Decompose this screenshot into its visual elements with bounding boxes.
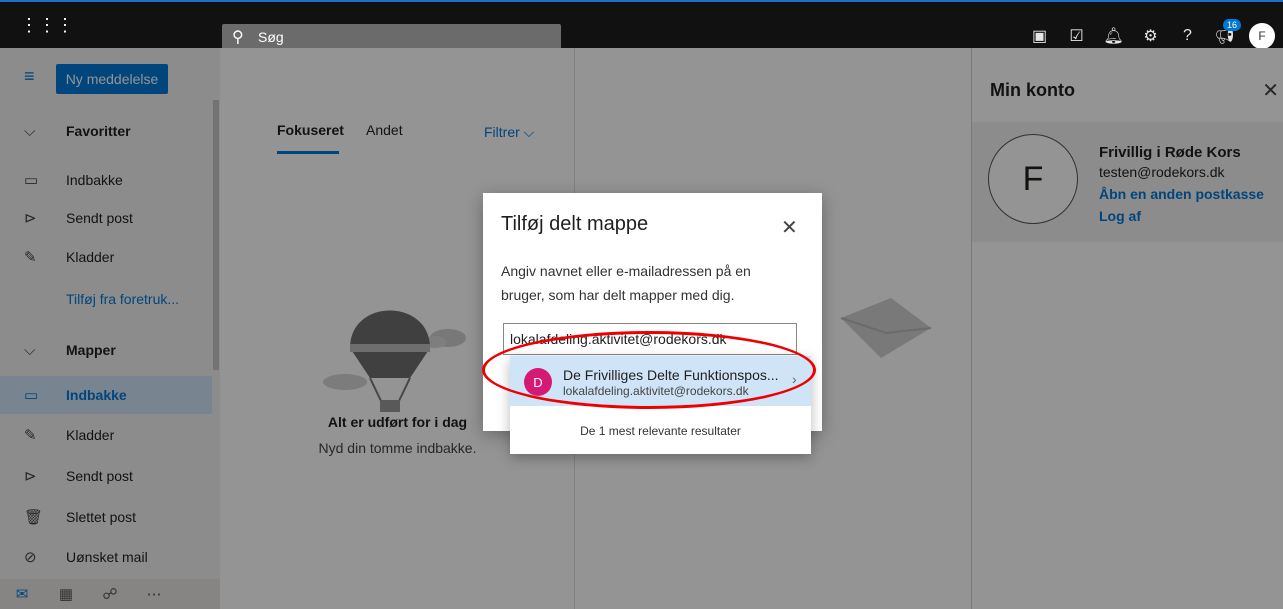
avatar[interactable]: F (1249, 23, 1275, 49)
top-bar: ⋮⋮⋮ ⚲ Søg ▣ ☑ 🔔︎ ⚙ ? 📢︎ 16 F (0, 0, 1283, 50)
bell-icon[interactable]: 🔔︎ (1095, 26, 1132, 46)
red-highlight-ellipse (482, 331, 816, 409)
gear-icon[interactable]: ⚙ (1132, 26, 1169, 46)
search-placeholder: Søg (258, 29, 284, 45)
megaphone-icon[interactable]: 📢︎ 16 (1206, 19, 1243, 46)
teams-icon[interactable]: ▣ (1021, 26, 1058, 46)
app-launcher-icon[interactable]: ⋮⋮⋮ (20, 15, 74, 35)
close-icon[interactable]: ✕ (781, 215, 798, 240)
top-icons: ▣ ☑ 🔔︎ ⚙ ? 📢︎ 16 F (1021, 19, 1283, 50)
todo-icon[interactable]: ☑ (1058, 26, 1095, 46)
suggestion-footer: De 1 mest relevante resultater (580, 424, 741, 438)
dialog-description: Angiv navnet eller e-mailadressen på en … (501, 263, 751, 303)
dialog-title: Tilføj delt mappe (501, 213, 649, 235)
help-icon[interactable]: ? (1169, 27, 1206, 45)
notification-badge: 16 (1222, 19, 1241, 31)
search-box[interactable]: ⚲ Søg (222, 24, 561, 50)
search-icon: ⚲ (232, 29, 244, 46)
